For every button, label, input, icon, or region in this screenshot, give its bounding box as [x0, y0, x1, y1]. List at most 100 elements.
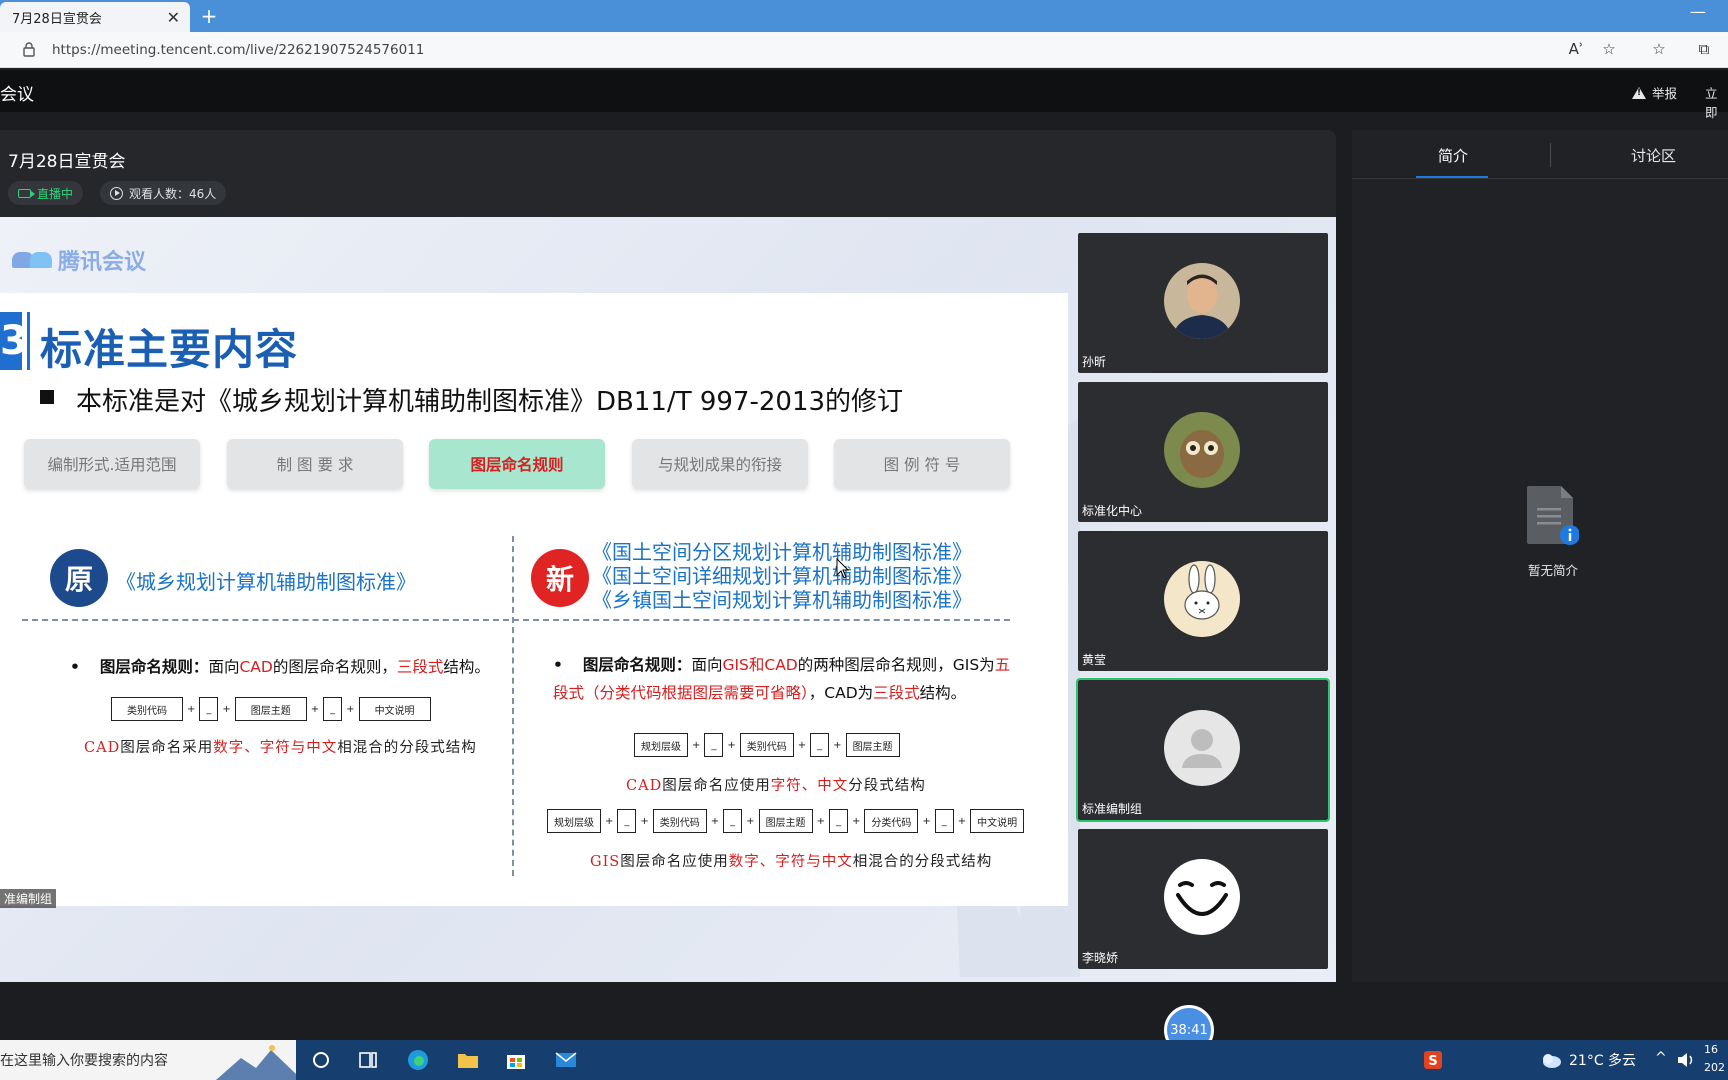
- rule-highlight: GIS和CAD: [722, 656, 798, 674]
- slide-subtitle: 本标准是对《城乡规划计算机辅助制图标准》DB11/T 997-2013的修订: [76, 387, 904, 417]
- participant-tile[interactable]: 黄莹: [1078, 531, 1328, 671]
- collections-icon[interactable]: ⧉: [1694, 40, 1714, 60]
- weather-cloud-icon: [1543, 1054, 1561, 1068]
- note-text: 相混合的分段式结构: [337, 740, 477, 756]
- rule-text: 面向: [691, 656, 723, 674]
- segment-box: 类别代码: [111, 697, 183, 721]
- browser-tab-strip: [0, 0, 1728, 32]
- read-aloud-icon[interactable]: Aʾ: [1566, 40, 1586, 60]
- section-number: 3: [0, 312, 28, 370]
- old-marker: 原: [50, 549, 108, 607]
- edge-icon[interactable]: [406, 1048, 430, 1072]
- note-text: 图层命名应使用: [662, 778, 771, 794]
- live-title: 7月28日宣贯会: [8, 152, 126, 172]
- segment-plus: +: [816, 815, 825, 827]
- tencent-meeting-logo: 腾讯会议: [12, 244, 146, 276]
- segment-plus: +: [727, 739, 736, 751]
- close-tab-icon[interactable]: ✕: [167, 8, 180, 27]
- note-text: 图层命名采用: [120, 740, 214, 756]
- segment-plus: +: [746, 815, 755, 827]
- segment-plus: +: [851, 815, 861, 827]
- favorites-icon[interactable]: ☆: [1649, 40, 1669, 60]
- new-marker: 新: [531, 549, 589, 607]
- note-highlight: 数字、字符与中文: [728, 854, 853, 870]
- empty-intro-text: 暂无简介: [1528, 563, 1579, 578]
- topic-pill: 制 图 要 求: [227, 439, 403, 489]
- tab-intro[interactable]: 简介: [1438, 145, 1468, 166]
- new-standard-names: 《国土空间分区规划计算机辅助制图标准》 《国土空间详细规划计算机辅助制图标准》 …: [592, 540, 972, 612]
- participant-tile[interactable]: 李晓娇: [1078, 829, 1328, 969]
- new-standard-name: 《国土空间分区规划计算机辅助制图标准》: [592, 540, 972, 564]
- new-cad-note: CAD图层命名应使用字符、中文分段式结构: [626, 774, 926, 795]
- segment-box: _: [617, 809, 637, 833]
- segment-box: _: [723, 809, 743, 833]
- url-text[interactable]: https://meeting.tencent.com/live/2262190…: [52, 42, 424, 58]
- segment-box: 规划层级: [634, 733, 688, 757]
- participant-tile-speaking[interactable]: 标准编制组: [1076, 678, 1330, 822]
- task-view-icon[interactable]: [356, 1048, 380, 1072]
- rule-text: 结构。: [919, 684, 967, 702]
- lock-icon: [23, 42, 35, 57]
- report-button[interactable]: 举报: [1632, 83, 1677, 102]
- clock-date: 202: [1704, 1061, 1725, 1074]
- segment-plus: +: [346, 703, 355, 715]
- side-panel: [1352, 130, 1728, 982]
- new-tab-button[interactable]: +: [196, 4, 222, 30]
- segment-plus: +: [922, 815, 931, 827]
- segment-box: _: [934, 809, 954, 833]
- segment-box: 类别代码: [739, 733, 794, 757]
- cortana-icon[interactable]: [309, 1048, 333, 1072]
- volume-icon[interactable]: [1674, 1048, 1698, 1072]
- file-explorer-icon[interactable]: [456, 1048, 480, 1072]
- weather-text: 21°C 多云: [1569, 1053, 1637, 1069]
- square-bullet-icon: [40, 390, 54, 404]
- join-button[interactable]: 立即: [1705, 83, 1728, 121]
- mouse-cursor-icon: [836, 558, 850, 579]
- old-rule-text: • 图层命名规则：面向CAD的图层命名规则，三段式结构。: [70, 653, 490, 681]
- new-standard-name: 《国土空间详细规划计算机辅助制图标准》: [592, 564, 972, 588]
- participant-avatar: [1164, 263, 1240, 339]
- browser-tab[interactable]: 7月28日宣贯会 ✕: [0, 2, 190, 32]
- sogou-input-icon[interactable]: S: [1421, 1048, 1445, 1072]
- live-status-badge: 直播中: [8, 181, 84, 205]
- new-gis-note: GIS图层命名应使用数字、字符与中文相混合的分段式结构: [590, 850, 992, 871]
- add-favorite-icon[interactable]: ☆: [1599, 40, 1619, 60]
- old-standard-name: 《城乡规划计算机辅助制图标准》: [116, 570, 416, 594]
- segment-plus: +: [692, 739, 701, 751]
- participant-tile[interactable]: 孙昕: [1078, 233, 1328, 373]
- rule-text: 面向: [208, 658, 240, 676]
- segment-plus: +: [222, 703, 231, 715]
- segment-plus: +: [710, 815, 720, 827]
- rule-text: 结构。: [443, 658, 490, 676]
- minimize-window-button[interactable]: —: [1690, 2, 1706, 21]
- segment-box: _: [323, 697, 343, 721]
- clock-time: 16: [1704, 1043, 1718, 1056]
- segment-box: 图层主题: [758, 809, 813, 833]
- participant-tile[interactable]: 标准化中心: [1078, 382, 1328, 522]
- new-gis-segments: 规划层级 + _ + 类别代码 + _ + 图层主题 + _ + 分类代码 + …: [547, 809, 1025, 833]
- segment-box: 规划层级: [547, 809, 601, 833]
- topic-pill: 图 例 符 号: [834, 439, 1010, 489]
- old-cad-note: CAD图层命名采用数字、字符与中文相混合的分段式结构: [84, 736, 477, 757]
- app-name: 会议: [0, 85, 34, 105]
- tray-overflow-button[interactable]: ^: [1655, 1050, 1667, 1066]
- note-highlight: 数字、字符与中文: [213, 740, 338, 756]
- segment-box: 中文说明: [970, 809, 1025, 833]
- tab-separator: [1550, 143, 1551, 167]
- store-icon[interactable]: [504, 1048, 528, 1072]
- segment-box: _: [704, 733, 724, 757]
- segment-plus: +: [957, 815, 967, 827]
- logo-mark-right: [30, 252, 52, 268]
- participant-name: 李晓娇: [1082, 951, 1119, 965]
- logo-text: 腾讯会议: [58, 250, 147, 275]
- rule-text: 的图层命名规则，: [272, 658, 397, 676]
- topic-pill: 与规划成果的衔接: [632, 439, 808, 489]
- mail-icon[interactable]: [554, 1048, 578, 1072]
- note-highlight: CAD: [626, 778, 663, 794]
- live-status-text: 直播中: [37, 186, 74, 201]
- default-avatar-icon: [1164, 710, 1240, 786]
- segment-box: 类别代码: [652, 809, 707, 833]
- tab-discussion[interactable]: 讨论区: [1631, 145, 1676, 166]
- rule-text: 的两种图层命名规则，GIS为: [797, 656, 995, 674]
- presenter-label: 准编制组: [0, 889, 57, 908]
